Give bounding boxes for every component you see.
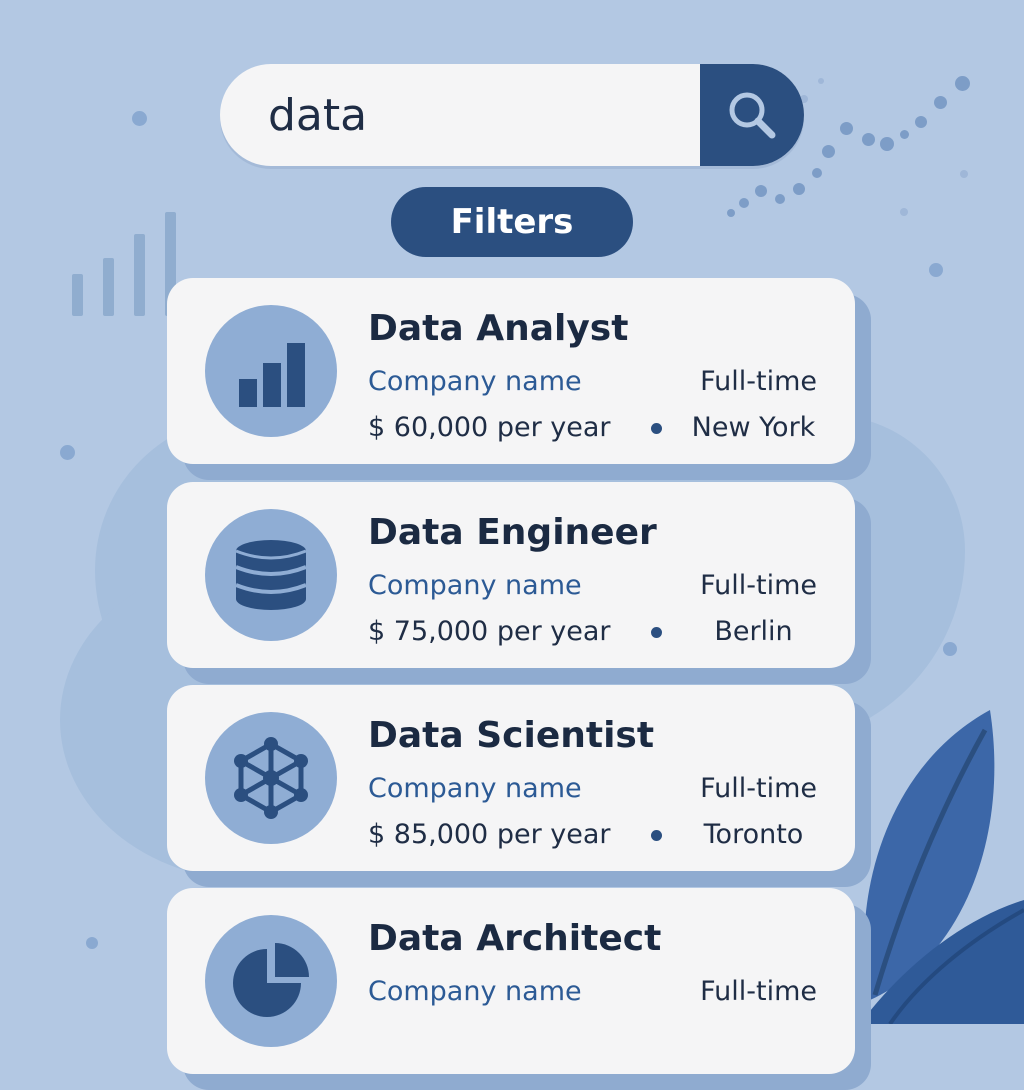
job-type: Full-time bbox=[700, 976, 817, 1007]
job-card-data-engineer[interactable]: Data Engineer Company name Full-time $ 7… bbox=[167, 482, 855, 668]
company-name-link[interactable]: Company name bbox=[368, 570, 582, 601]
job-card-data-scientist[interactable]: Data Scientist Company name Full-time $ … bbox=[167, 685, 855, 871]
decorative-bars bbox=[72, 212, 176, 316]
job-title: Data Engineer bbox=[368, 512, 657, 553]
job-icon-circle bbox=[205, 509, 337, 641]
job-icon-circle bbox=[205, 712, 337, 844]
job-card-data-architect[interactable]: Data Architect Company name Full-time bbox=[167, 888, 855, 1074]
job-location: Berlin bbox=[714, 616, 793, 647]
bar-chart-icon bbox=[239, 343, 305, 407]
job-icon-circle bbox=[205, 305, 337, 437]
search-icon bbox=[729, 92, 776, 139]
job-type: Full-time bbox=[700, 773, 817, 804]
company-name-link[interactable]: Company name bbox=[368, 366, 582, 397]
job-card-data-analyst[interactable]: Data Analyst Company name Full-time $ 60… bbox=[167, 278, 855, 464]
job-salary: $ 75,000 per year bbox=[368, 616, 611, 647]
separator-dot bbox=[651, 423, 662, 434]
search-input[interactable] bbox=[268, 64, 688, 166]
search-button[interactable] bbox=[700, 64, 804, 166]
separator-dot bbox=[651, 830, 662, 841]
job-title: Data Analyst bbox=[368, 308, 629, 349]
job-location: New York bbox=[691, 412, 816, 443]
company-name-link[interactable]: Company name bbox=[368, 773, 582, 804]
network-icon bbox=[234, 737, 308, 819]
job-title: Data Scientist bbox=[368, 715, 655, 756]
job-title: Data Architect bbox=[368, 918, 662, 959]
job-location: Toronto bbox=[703, 819, 804, 850]
job-salary: $ 60,000 per year bbox=[368, 412, 611, 443]
pie-chart-icon bbox=[233, 943, 309, 1017]
job-type: Full-time bbox=[700, 366, 817, 397]
job-salary: $ 85,000 per year bbox=[368, 819, 611, 850]
filters-button[interactable]: Filters bbox=[391, 187, 633, 257]
job-icon-circle bbox=[205, 915, 337, 1047]
separator-dot bbox=[651, 627, 662, 638]
company-name-link[interactable]: Company name bbox=[368, 976, 582, 1007]
search-bar bbox=[220, 64, 804, 166]
database-icon bbox=[235, 540, 307, 610]
job-type: Full-time bbox=[700, 570, 817, 601]
